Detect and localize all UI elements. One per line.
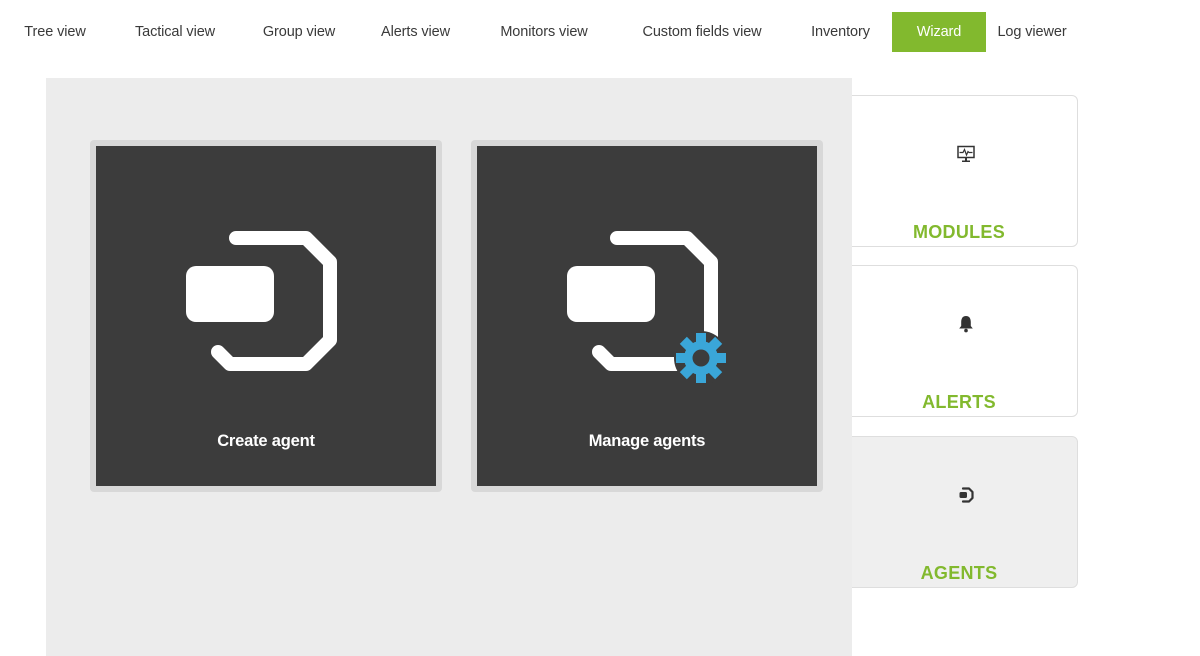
monitor-pulse-icon [957, 145, 975, 162]
tab-inventory[interactable]: Inventory [789, 12, 892, 52]
tab-group-view[interactable]: Group view [240, 12, 358, 52]
tab-tree-view[interactable]: Tree view [0, 12, 110, 52]
tab-custom-fields-view[interactable]: Custom fields view [615, 12, 789, 52]
menu-card-label: MODULES [912, 222, 1006, 242]
tab-alerts-view[interactable]: Alerts view [358, 12, 473, 52]
wizard-main-panel: Create agent Manage agents [46, 78, 852, 656]
create-agent-tile-body: Create agent [96, 146, 436, 486]
agent-small-icon [959, 487, 974, 503]
menu-card-label: AGENTS [920, 563, 998, 583]
wizard-page: Tree view Tactical view Group view Alert… [0, 0, 1200, 656]
create-agent-tile[interactable]: Create agent [90, 140, 442, 492]
tab-log-viewer[interactable]: Log viewer [986, 12, 1078, 52]
menu-card-modules[interactable]: MODULES [830, 95, 1078, 247]
tab-wizard[interactable]: Wizard [892, 12, 986, 52]
tab-monitors-view[interactable]: Monitors view [473, 12, 615, 52]
top-navigation: Tree view Tactical view Group view Alert… [0, 12, 1200, 52]
menu-card-agents[interactable]: AGENTS [830, 436, 1078, 588]
manage-agents-tile[interactable]: Manage agents [471, 140, 823, 492]
manage-agents-label: Manage agents [588, 432, 706, 450]
bell-icon [959, 316, 973, 333]
menu-card-label: ALERTS [922, 392, 996, 412]
menu-card-alerts[interactable]: ALERTS [830, 265, 1078, 417]
tab-tactical-view[interactable]: Tactical view [110, 12, 240, 52]
create-agent-label: Create agent [217, 432, 315, 450]
manage-agents-tile-body: Manage agents [477, 146, 817, 486]
